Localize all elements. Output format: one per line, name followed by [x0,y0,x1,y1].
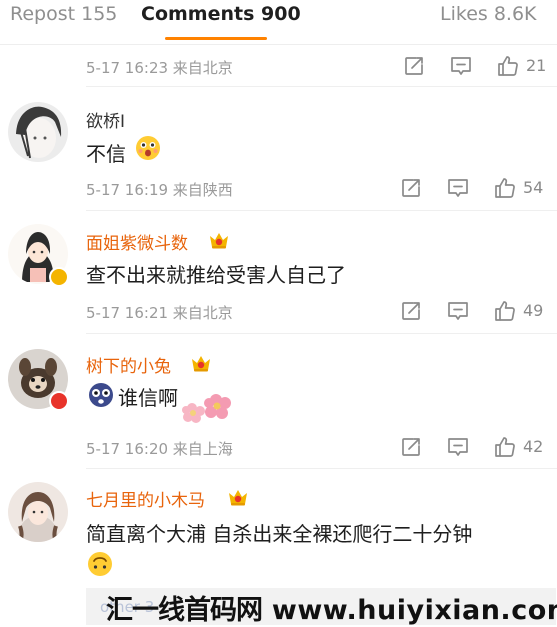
tab-repost[interactable]: Repost 155 [10,3,117,25]
site-watermark: 汇一线首码网 www.huiyixian.com [106,588,557,627]
verified-badge-icon [49,391,69,411]
divider [86,210,557,211]
watermark-site-name: 汇一线首码网 [106,595,263,626]
divider [86,468,557,469]
upside-down-face-icon [86,550,114,578]
avatar[interactable] [8,482,68,542]
comment-icon[interactable] [449,54,473,78]
comment-text: 谁信啊 [118,386,178,410]
like-count: 49 [523,301,544,320]
vip-crown-icon [208,230,230,250]
surprised-face-icon [134,134,162,162]
repost-icon[interactable] [402,54,426,78]
comment-meta: 5-17 16:20 来自上海 [86,440,233,458]
avatar[interactable] [8,102,68,162]
repost-icon[interactable] [399,299,423,323]
like-icon[interactable] [493,176,517,200]
comment-meta: 5-17 16:23 来自北京 [86,59,233,77]
repost-icon[interactable] [399,176,423,200]
like-count: 42 [523,437,544,456]
comment-username[interactable]: 七月里的小木马 [86,486,205,511]
comment-text: 不信 [86,142,126,166]
comment-username[interactable]: 欲桥I [86,107,125,132]
repost-icon[interactable] [399,435,423,459]
comment-meta: 5-17 16:21 来自北京 [86,304,233,322]
active-tab-indicator [165,37,267,40]
like-count: 21 [526,56,547,75]
divider [86,333,557,334]
like-icon[interactable] [493,299,517,323]
vip-crown-icon [190,353,212,373]
watermark-url: www.huiyixian.com [271,595,557,626]
comment-text: 简直离个大浦 自杀出来全裸还爬行二十分钟 [86,522,473,546]
verified-badge-icon [49,267,69,287]
vip-crown-icon [227,487,249,507]
comment-username[interactable]: 面姐紫微斗数 [86,229,188,254]
comment-icon[interactable] [446,299,470,323]
like-icon[interactable] [496,54,520,78]
divider [86,86,557,87]
tab-comments[interactable]: Comments 900 [141,3,301,25]
comment-meta: 5-17 16:19 来自陕西 [86,181,233,199]
comment-username[interactable]: 树下的小兔 [86,352,171,377]
like-icon[interactable] [493,435,517,459]
like-count: 54 [523,178,544,197]
flower-sticker-icon [178,388,236,424]
comment-tabs: Repost 155 Comments 900 Likes 8.6K [0,0,557,45]
comment-icon[interactable] [446,435,470,459]
comment-icon[interactable] [446,176,470,200]
comment-text: 查不出来就推给受害人自己了 [86,263,346,287]
tab-likes[interactable]: Likes 8.6K [440,3,537,25]
shocked-face-icon [87,381,115,409]
